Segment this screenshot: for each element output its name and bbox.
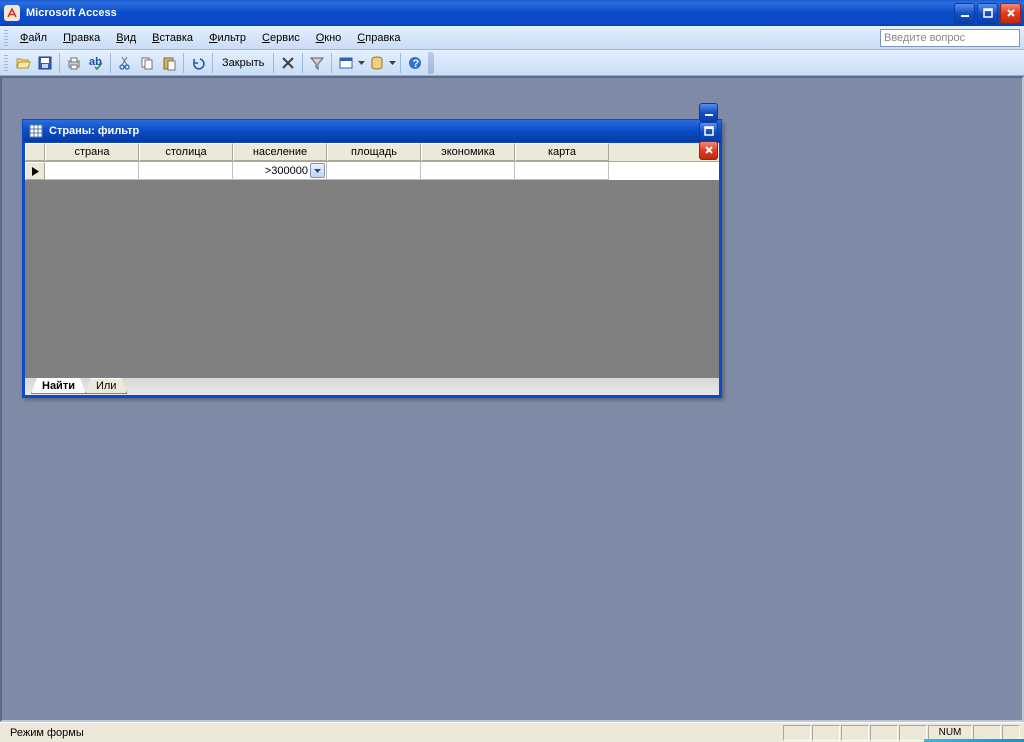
- menu-view[interactable]: Вид: [108, 29, 144, 47]
- window-dropdown-icon[interactable]: [357, 52, 366, 74]
- paste-icon[interactable]: [158, 52, 180, 74]
- cell-population[interactable]: >300000: [233, 162, 327, 180]
- column-header-capital[interactable]: столица: [139, 143, 233, 161]
- app-title: Microsoft Access: [26, 7, 954, 19]
- status-pane-5: [899, 725, 927, 741]
- filter-row: >300000: [25, 162, 719, 180]
- minimize-button[interactable]: [954, 3, 975, 24]
- menubar-grip[interactable]: [4, 30, 8, 46]
- main-titlebar: Microsoft Access: [0, 0, 1024, 26]
- clear-grid-icon[interactable]: [277, 52, 299, 74]
- column-header-map[interactable]: карта: [515, 143, 609, 161]
- cell-capital[interactable]: [139, 162, 233, 180]
- child-close-button[interactable]: [699, 141, 718, 160]
- cell-country[interactable]: [45, 162, 139, 180]
- combo-dropdown-icon[interactable]: [310, 163, 325, 178]
- maximize-button[interactable]: [977, 3, 998, 24]
- undo-icon[interactable]: [187, 52, 209, 74]
- help-search-input[interactable]: [881, 32, 1024, 44]
- child-title: Страны: фильтр: [49, 125, 699, 137]
- cell-map[interactable]: [515, 162, 609, 180]
- child-maximize-button[interactable]: [699, 122, 718, 141]
- filter-window: Страны: фильтр страна столица население …: [22, 120, 722, 398]
- grid-header: страна столица население площадь экономи…: [25, 143, 719, 162]
- status-mode: Режим формы: [4, 727, 782, 739]
- database-dropdown-icon[interactable]: [388, 52, 397, 74]
- menu-insert[interactable]: Вставка: [144, 29, 201, 47]
- column-header-area[interactable]: площадь: [327, 143, 421, 161]
- status-pane-2: [812, 725, 840, 741]
- column-header-country[interactable]: страна: [45, 143, 139, 161]
- close-text-button[interactable]: Закрыть: [216, 54, 270, 72]
- row-selector[interactable]: [25, 162, 45, 180]
- menu-filter[interactable]: Фильтр: [201, 29, 254, 47]
- menu-tools[interactable]: Сервис: [254, 29, 308, 47]
- filter-icon[interactable]: [306, 52, 328, 74]
- filter-tabs: Найти Или: [25, 377, 719, 395]
- save-icon[interactable]: [34, 52, 56, 74]
- access-app-icon: [4, 5, 20, 21]
- tab-find[interactable]: Найти: [31, 378, 86, 394]
- cell-economy[interactable]: [421, 162, 515, 180]
- menu-window[interactable]: Окно: [308, 29, 350, 47]
- column-header-economy[interactable]: экономика: [421, 143, 515, 161]
- open-icon[interactable]: [12, 52, 34, 74]
- child-minimize-button[interactable]: [699, 103, 718, 122]
- menu-edit[interactable]: Правка: [55, 29, 108, 47]
- menu-help[interactable]: Справка: [349, 29, 408, 47]
- datasheet-icon: [29, 124, 43, 138]
- help-search-box[interactable]: [880, 29, 1020, 47]
- menu-file[interactable]: Файл: [12, 29, 55, 47]
- cell-area[interactable]: [327, 162, 421, 180]
- help-icon[interactable]: ?: [404, 52, 426, 74]
- toolbar-overflow[interactable]: [428, 52, 434, 74]
- status-pane-3: [841, 725, 869, 741]
- print-icon[interactable]: [63, 52, 85, 74]
- svg-text:?: ?: [413, 58, 420, 70]
- filter-grid: страна столица население площадь экономи…: [25, 143, 719, 180]
- database-icon[interactable]: [366, 52, 388, 74]
- column-header-population[interactable]: население: [233, 143, 327, 161]
- spell-icon[interactable]: ab: [85, 52, 107, 74]
- copy-icon[interactable]: [136, 52, 158, 74]
- cell-population-value: >300000: [265, 165, 308, 177]
- status-pane-4: [870, 725, 898, 741]
- status-pane-1: [783, 725, 811, 741]
- child-titlebar: Страны: фильтр: [22, 119, 722, 143]
- mdi-area: Страны: фильтр страна столица население …: [0, 76, 1024, 722]
- toolbar-grip[interactable]: [4, 55, 8, 71]
- tab-or[interactable]: Или: [85, 378, 127, 394]
- cut-icon[interactable]: [114, 52, 136, 74]
- select-all-corner[interactable]: [25, 143, 45, 161]
- statusbar: Режим формы NUM: [0, 722, 1024, 742]
- close-button[interactable]: [1000, 3, 1021, 24]
- window-icon[interactable]: [335, 52, 357, 74]
- toolbar: ab Закрыть ?: [0, 50, 1024, 76]
- menubar: ФайлПравкаВидВставкаФильтрСервисОкноСпра…: [0, 26, 1024, 50]
